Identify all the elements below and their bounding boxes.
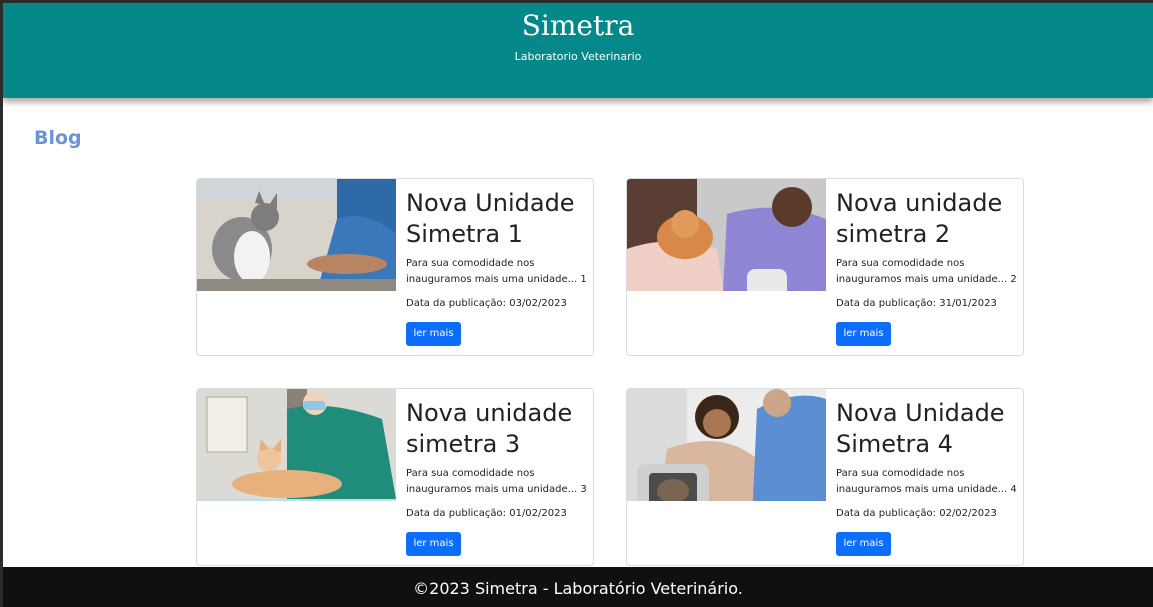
blog-heading: Blog — [34, 127, 82, 149]
read-more-button[interactable]: ler mais — [836, 322, 891, 346]
card-date: Data da publicação: 01/02/2023 — [406, 508, 567, 519]
card-date: Data da publicação: 03/02/2023 — [406, 298, 567, 309]
blog-card-3: Nova unidade simetra 3 Para sua comodida… — [196, 388, 594, 566]
card-title: Nova unidade simetra 3 — [406, 399, 573, 458]
blog-card-1: Nova Unidade Simetra 1 Para sua comodida… — [196, 178, 594, 356]
cat-exam-photo — [197, 389, 396, 501]
site-subtitle: Laboratorio Veterinario — [514, 50, 642, 63]
cat-vet-photo — [197, 179, 396, 291]
footer-copyright: ©2023 Simetra - Laboratório Veterinário. — [413, 579, 743, 598]
read-more-button[interactable]: ler mais — [406, 322, 461, 346]
read-more-button[interactable]: ler mais — [836, 532, 891, 556]
site-footer: ©2023 Simetra - Laboratório Veterinário. — [3, 567, 1153, 607]
card-date: Data da publicação: 02/02/2023 — [836, 508, 997, 519]
card-title: Nova Unidade Simetra 1 — [406, 189, 575, 248]
card-excerpt: Para sua comodidade nos inauguramos mais… — [836, 258, 1017, 285]
cat-carrier-photo — [627, 389, 826, 501]
card-excerpt: Para sua comodidade nos inauguramos mais… — [406, 258, 587, 285]
card-title: Nova unidade simetra 2 — [836, 189, 1003, 248]
site-title: Simetra — [521, 9, 635, 42]
read-more-button[interactable]: ler mais — [406, 532, 461, 556]
cat-hug-vet-photo — [627, 179, 826, 291]
blog-card-2: Nova unidade simetra 2 Para sua comodida… — [626, 178, 1024, 356]
card-excerpt: Para sua comodidade nos inauguramos mais… — [836, 468, 1017, 495]
blog-card-4: Nova Unidade Simetra 4 Para sua comodida… — [626, 388, 1024, 566]
card-excerpt: Para sua comodidade nos inauguramos mais… — [406, 468, 587, 495]
card-title: Nova Unidade Simetra 4 — [836, 399, 1005, 458]
card-date: Data da publicação: 31/01/2023 — [836, 298, 997, 309]
page: Simetra Laboratorio Veterinario Blog Nov… — [3, 3, 1153, 607]
site-header: Simetra Laboratorio Veterinario — [3, 3, 1153, 98]
